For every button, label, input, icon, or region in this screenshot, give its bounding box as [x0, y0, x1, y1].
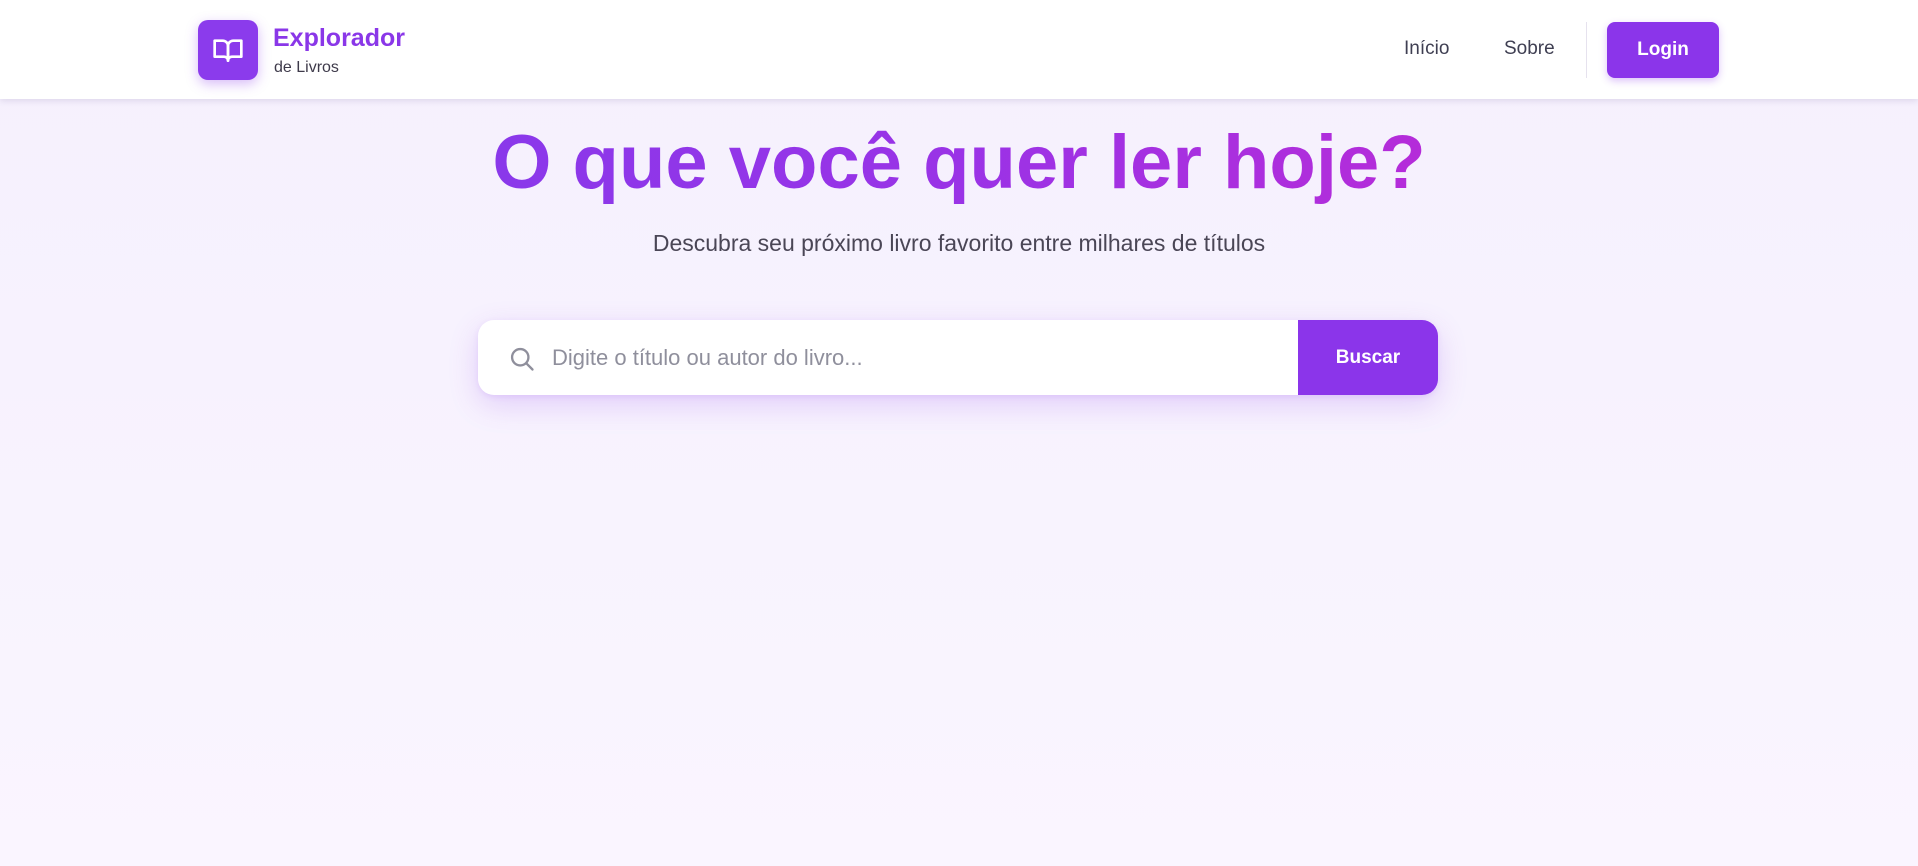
logo-badge[interactable]	[198, 20, 258, 80]
page-title: O que você quer ler hoje?	[0, 117, 1918, 209]
nav-link-about[interactable]: Sobre	[1504, 38, 1555, 60]
logo-subtitle: de Livros	[274, 59, 339, 76]
page-title-text: O que você quer ler hoje?	[492, 120, 1426, 205]
open-book-icon	[213, 39, 243, 62]
top-navbar: Explorador de Livros Início Sobre Login	[0, 0, 1918, 99]
search-bar: Buscar	[478, 320, 1438, 395]
search-icon	[510, 347, 534, 371]
nav-divider	[1586, 22, 1587, 78]
login-button[interactable]: Login	[1607, 22, 1719, 78]
nav-link-home[interactable]: Início	[1404, 38, 1449, 60]
logo-title[interactable]: Explorador	[273, 24, 405, 53]
page-subtitle: Descubra seu próximo livro favorito entr…	[652, 230, 1266, 256]
search-button[interactable]: Buscar	[1298, 320, 1438, 395]
search-input[interactable]	[552, 320, 1252, 395]
